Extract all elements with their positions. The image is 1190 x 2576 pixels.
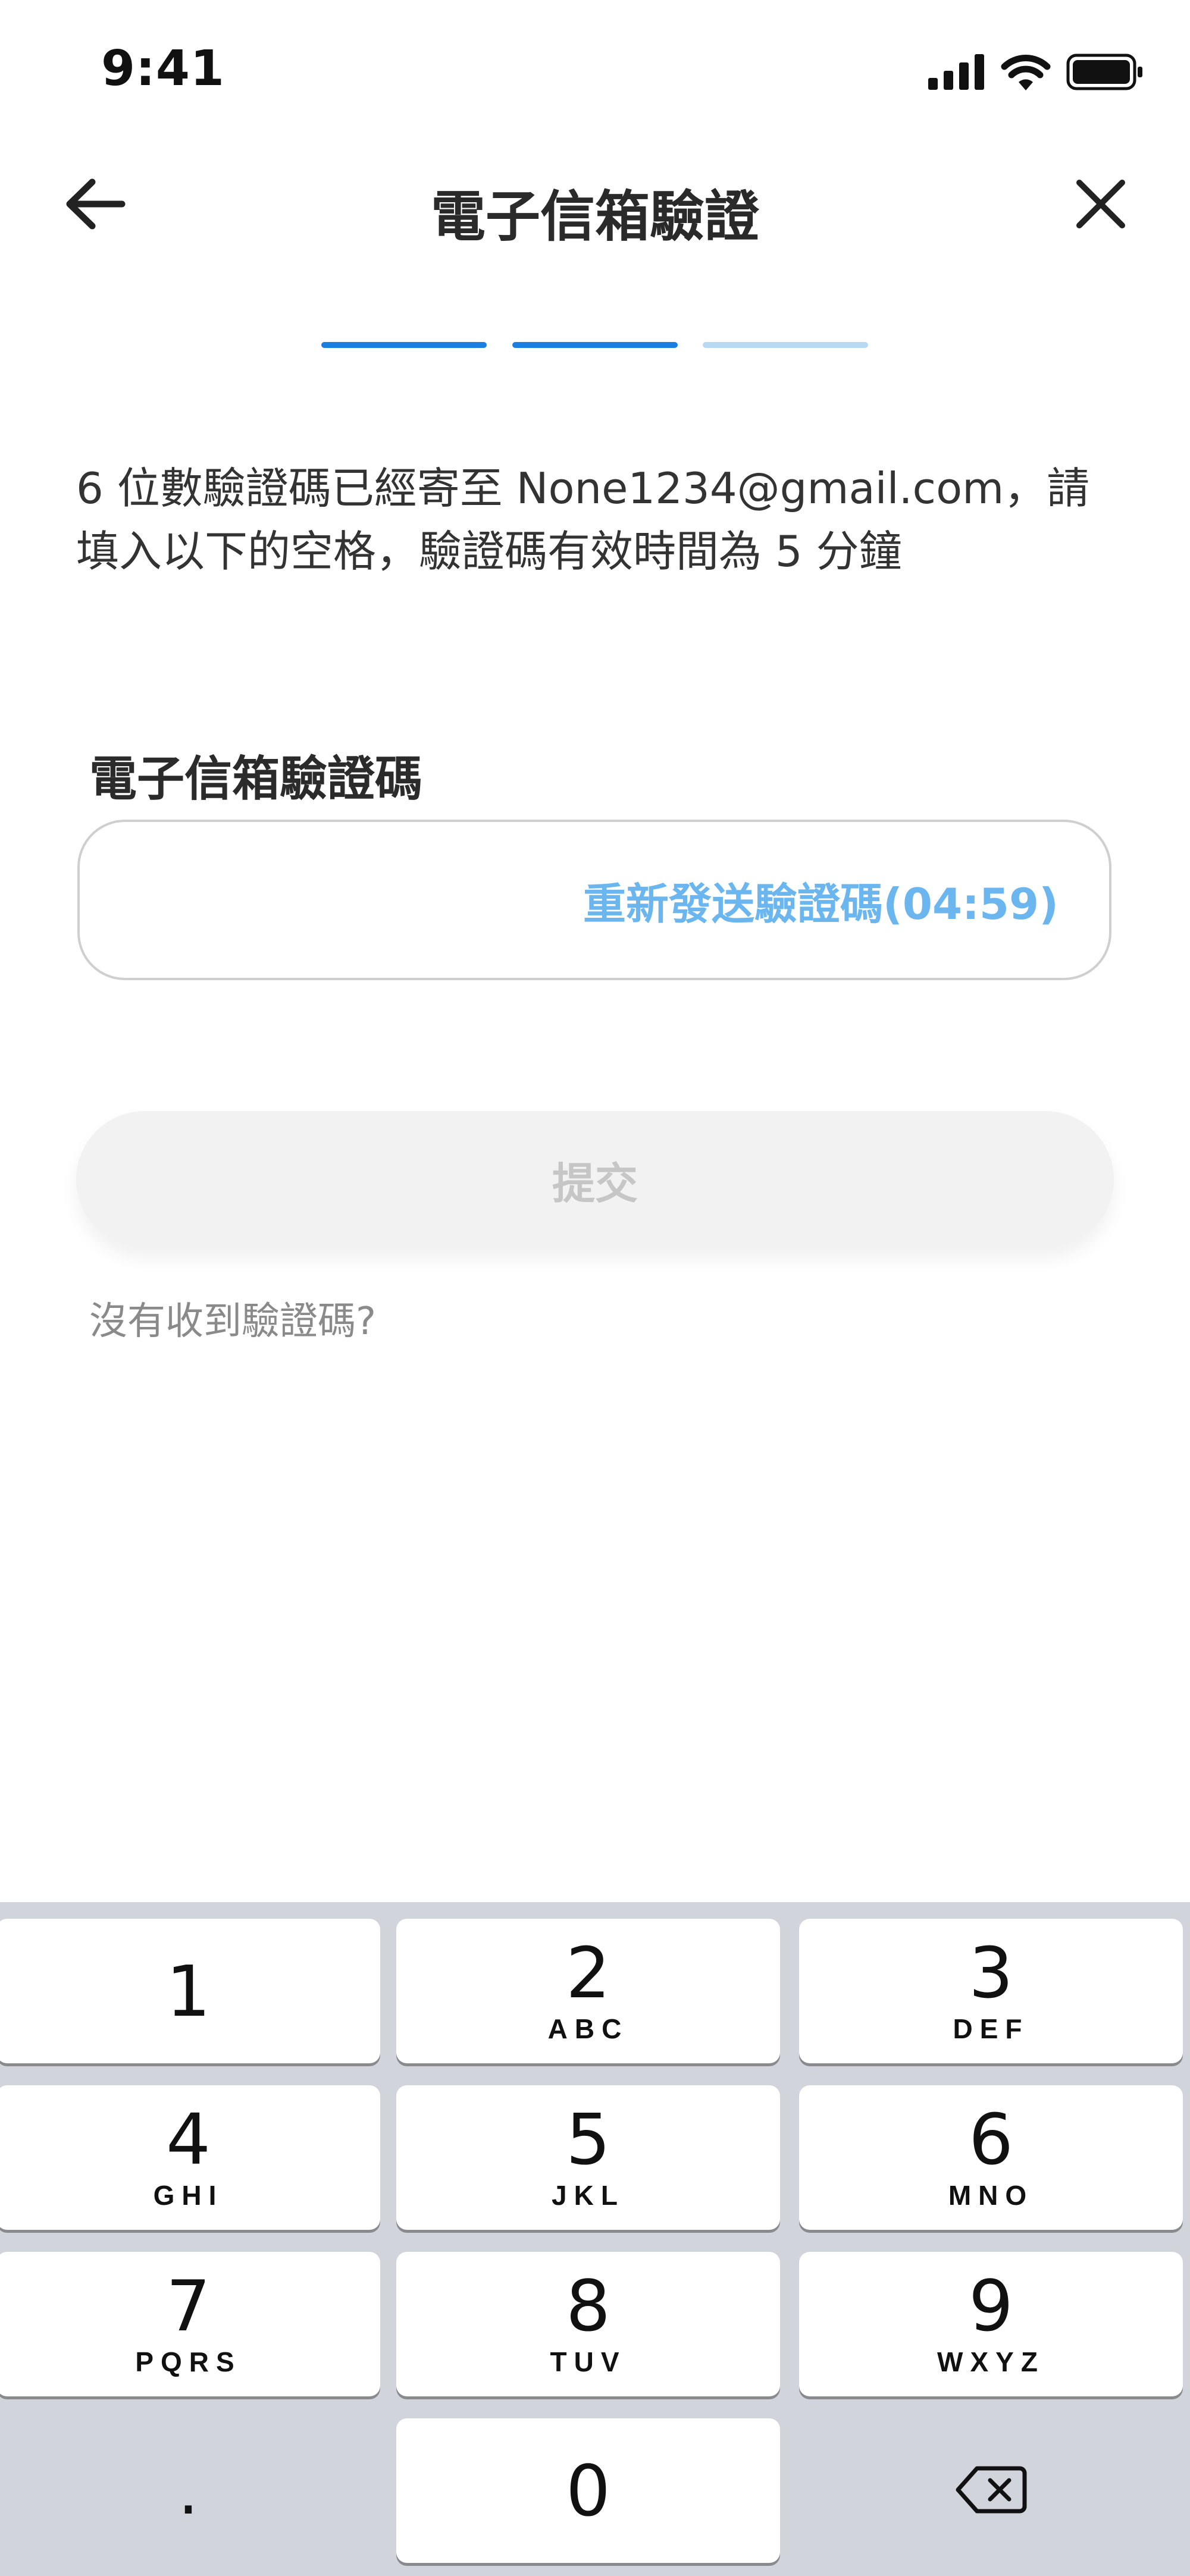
key-digit: 5	[565, 2098, 611, 2180]
key-digit: 1	[165, 1950, 211, 2032]
key-digit: 7	[165, 2264, 211, 2347]
verification-code-label: 電子信箱驗證碼	[89, 751, 422, 807]
close-button[interactable]	[1056, 161, 1145, 250]
close-icon	[1076, 179, 1126, 231]
key-9[interactable]: 9 WXYZ	[799, 2252, 1183, 2396]
key-digit: 8	[565, 2264, 611, 2347]
verification-code-field[interactable]: 重新發送驗證碼(04:59)	[77, 820, 1111, 980]
page-title: 電子信箱驗證	[430, 185, 759, 249]
key-digit: 6	[968, 2098, 1014, 2180]
submit-button[interactable]: 提交	[76, 1111, 1114, 1248]
backspace-key[interactable]	[799, 2418, 1183, 2563]
numeric-keypad: 1 2 ABC 3 DEF 4 GHI 5 JKL 6 MNO 7 PQRS 8	[0, 1902, 1190, 2576]
key-digit: 9	[968, 2264, 1014, 2347]
cellular-signal-icon	[928, 54, 985, 92]
key-6[interactable]: 6 MNO	[799, 2085, 1183, 2230]
backspace-icon	[956, 2465, 1027, 2517]
step-2-indicator	[512, 342, 678, 348]
step-1-indicator	[321, 342, 487, 348]
no-code-received-link[interactable]: 沒有收到驗證碼?	[89, 1291, 376, 1345]
key-letters: PQRS	[135, 2346, 242, 2377]
wifi-icon	[1001, 54, 1051, 93]
key-letters: ABC	[547, 2013, 629, 2044]
key-letters: TUV	[550, 2346, 627, 2377]
resend-code-button[interactable]: 重新發送驗證碼(04:59)	[583, 822, 1059, 978]
key-letters: MNO	[948, 2179, 1034, 2211]
status-bar-time: 9:41	[101, 40, 225, 97]
key-3[interactable]: 3 DEF	[799, 1919, 1183, 2063]
email-verification-screen: 9:41 電子信箱驗證 6 位數驗證碼已經寄至 None1234@gmail.c…	[0, 0, 1190, 2576]
key-2[interactable]: 2 ABC	[396, 1919, 780, 2063]
key-digit: 0	[565, 2449, 611, 2532]
key-letters: GHI	[153, 2179, 224, 2211]
key-5[interactable]: 5 JKL	[396, 2085, 780, 2230]
key-letters: JKL	[552, 2179, 625, 2211]
key-8[interactable]: 8 TUV	[396, 2252, 780, 2396]
key-0[interactable]: 0	[396, 2418, 780, 2563]
verification-code-input[interactable]	[115, 822, 653, 979]
key-1[interactable]: 1	[0, 1919, 380, 2063]
key-digit: .	[178, 2452, 199, 2529]
key-digit: 2	[565, 1931, 611, 2014]
key-4[interactable]: 4 GHI	[0, 2085, 380, 2230]
battery-icon	[1066, 54, 1144, 93]
instruction-text: 6 位數驗證碼已經寄至 None1234@gmail.com，請填入以下的空格，…	[76, 463, 1090, 576]
key-digit: 3	[968, 1931, 1014, 2014]
key-7[interactable]: 7 PQRS	[0, 2252, 380, 2396]
key-letters: WXYZ	[937, 2346, 1045, 2377]
step-3-indicator	[703, 342, 868, 348]
key-letters: DEF	[953, 2013, 1029, 2044]
key-decimal[interactable]: .	[0, 2418, 380, 2563]
status-bar-icons	[928, 52, 1144, 94]
key-digit: 4	[165, 2098, 211, 2180]
